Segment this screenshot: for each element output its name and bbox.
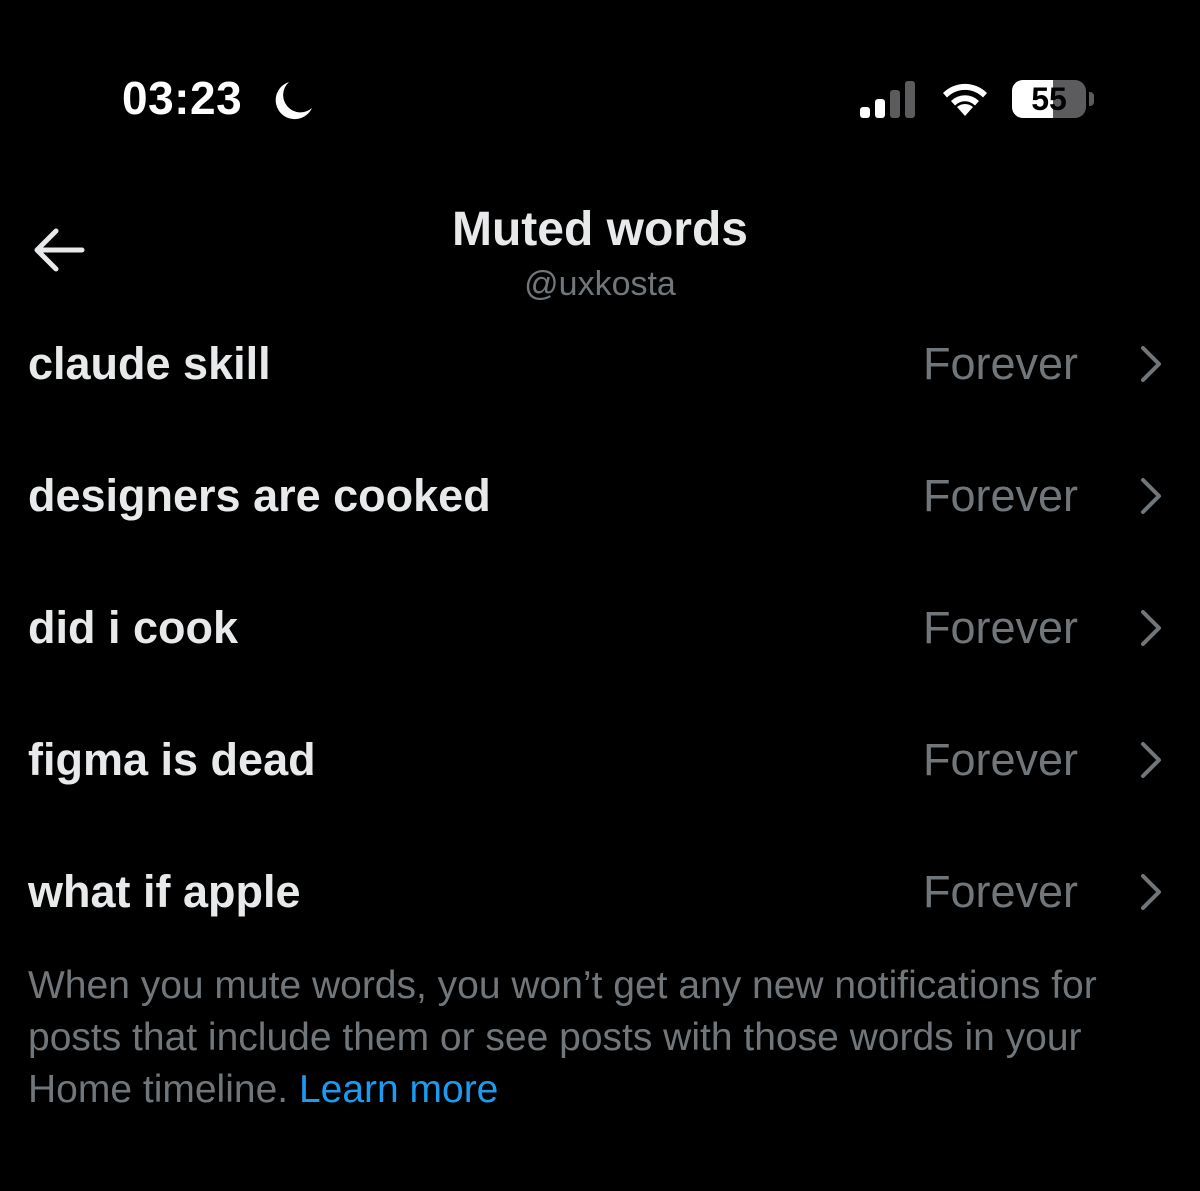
wifi-icon xyxy=(943,83,987,116)
mute-duration: Forever xyxy=(922,734,1078,785)
learn-more-link[interactable]: Learn more xyxy=(299,1068,498,1111)
muted-word-label: did i cook xyxy=(28,602,239,653)
muted-word-label: what if apple xyxy=(28,866,301,917)
moon-icon xyxy=(275,82,312,120)
muted-word-label: claude skill xyxy=(28,338,271,389)
battery-level: 55 xyxy=(1031,81,1067,117)
mute-duration: Forever xyxy=(922,338,1078,389)
mute-duration: Forever xyxy=(922,866,1078,917)
muted-word-row[interactable]: figma is dead Forever xyxy=(0,694,1200,826)
muted-word-label: figma is dead xyxy=(28,734,316,785)
muted-words-list: claude skill Forever designers are cooke… xyxy=(0,298,1200,958)
info-text: When you mute words, you won’t get any n… xyxy=(28,964,1097,1111)
muted-words-info: When you mute words, you won’t get any n… xyxy=(28,960,1178,1116)
battery-icon: 55 xyxy=(1012,80,1096,118)
signal-icon xyxy=(860,81,915,118)
page-title: Muted words xyxy=(452,203,748,256)
mute-duration: Forever xyxy=(922,602,1078,653)
status-bar: 03:23 55 xyxy=(0,0,1200,190)
chevron-right-icon xyxy=(1141,478,1161,514)
muted-word-row[interactable]: claude skill Forever xyxy=(0,298,1200,430)
chevron-right-icon xyxy=(1141,610,1161,646)
back-button[interactable] xyxy=(26,222,90,278)
muted-word-row[interactable]: designers are cooked Forever xyxy=(0,430,1200,562)
status-time: 03:23 xyxy=(122,72,243,124)
chevron-right-icon xyxy=(1141,742,1161,778)
chevron-right-icon xyxy=(1141,874,1161,910)
muted-word-label: designers are cooked xyxy=(28,470,491,521)
arrow-left-icon xyxy=(34,228,85,272)
muted-word-row[interactable]: did i cook Forever xyxy=(0,562,1200,694)
muted-word-row[interactable]: what if apple Forever xyxy=(0,826,1200,958)
mute-duration: Forever xyxy=(922,470,1078,521)
chevron-right-icon xyxy=(1141,346,1161,382)
